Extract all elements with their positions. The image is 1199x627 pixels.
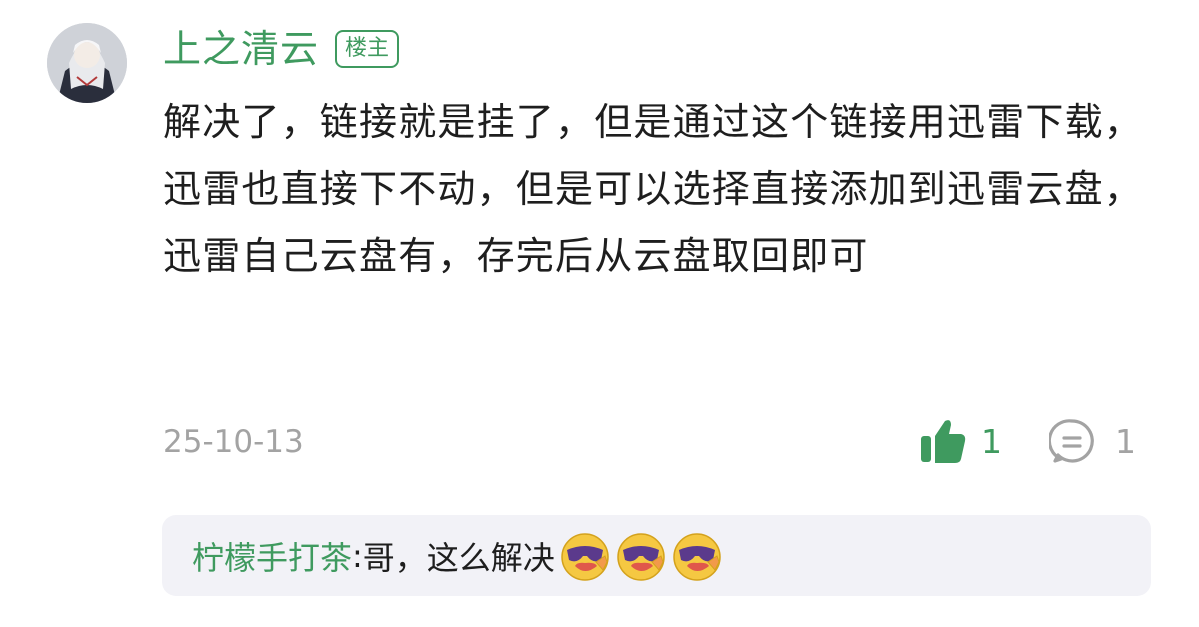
like-count: 1: [981, 421, 1002, 461]
reply-button[interactable]: 1: [1049, 416, 1136, 466]
sunglasses-laughing-emoji: [673, 532, 721, 581]
sub-reply[interactable]: 柠檬手打茶 : 哥，这么解决: [162, 515, 1151, 596]
reply-count: 1: [1115, 421, 1136, 461]
comment-icon: [1049, 419, 1094, 463]
post-date: 25-10-13: [163, 424, 304, 460]
author-name[interactable]: 上之清云: [163, 26, 319, 72]
avatar[interactable]: [47, 23, 127, 103]
post-content: 解决了，链接就是挂了，但是通过这个链接用迅雷下载，迅雷也直接下不动，但是可以选择…: [163, 100, 1144, 278]
sunglasses-laughing-emoji: [561, 532, 609, 581]
like-button[interactable]: 1: [919, 416, 1002, 466]
emoji-group: [559, 530, 727, 582]
post-header: 上之清云 楼主: [163, 26, 400, 72]
sub-reply-separator: :: [352, 536, 363, 575]
sunglasses-laughing-emoji: [617, 532, 665, 581]
sub-reply-text: 哥，这么解决: [362, 538, 555, 577]
avatar-image: [47, 23, 127, 103]
op-badge: 楼主: [335, 30, 400, 68]
thumbs-up-icon: [921, 420, 966, 463]
sub-reply-author[interactable]: 柠檬手打茶: [192, 533, 352, 579]
